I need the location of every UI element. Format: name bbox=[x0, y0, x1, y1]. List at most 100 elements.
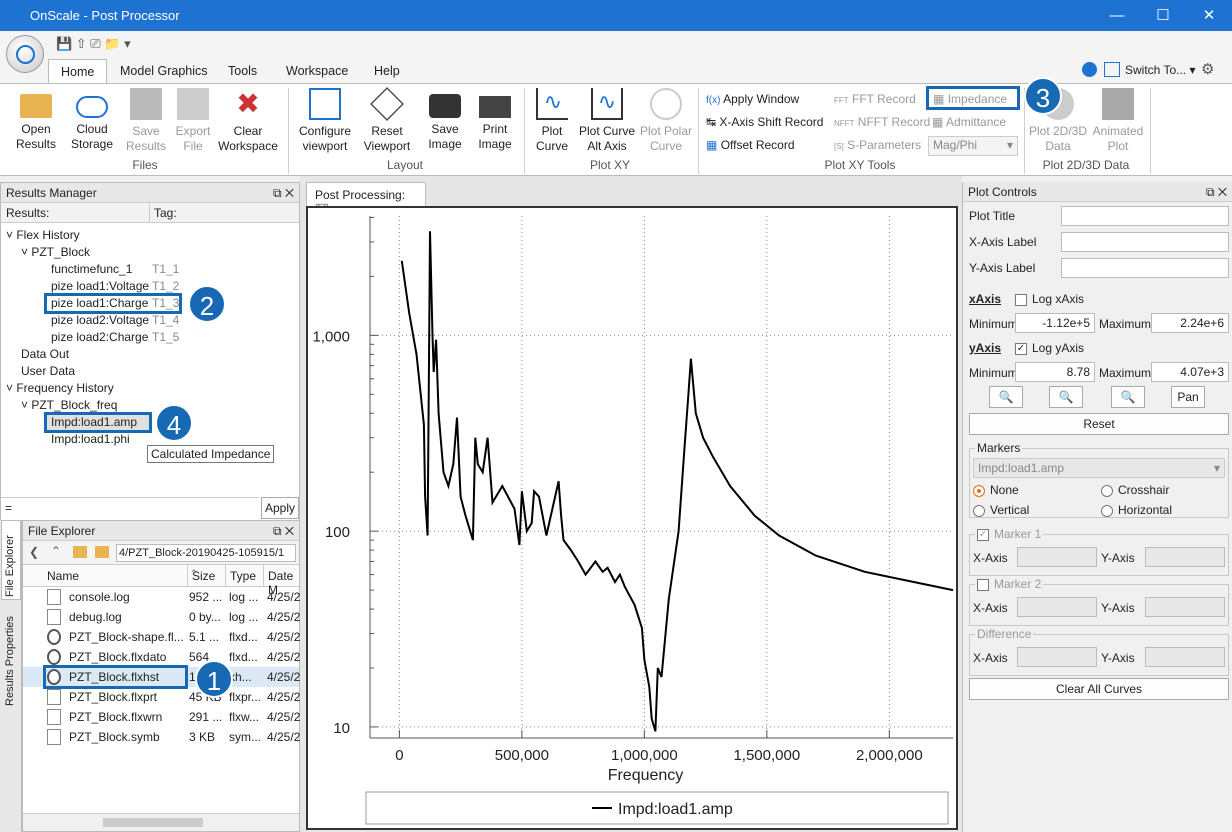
tab-post-processing[interactable]: Post Processing: ⌧ bbox=[306, 182, 426, 216]
marker2-checkbox[interactable]: Marker 2 bbox=[975, 577, 1044, 591]
folder-new-icon[interactable] bbox=[73, 546, 87, 558]
radio-horizontal[interactable]: Horizontal bbox=[1101, 503, 1172, 517]
col-date[interactable]: Date M bbox=[263, 565, 299, 597]
marker1-y-input[interactable] bbox=[1145, 547, 1225, 567]
app-menu-button[interactable] bbox=[6, 35, 44, 73]
gear-icon[interactable]: ⚙ bbox=[1201, 60, 1214, 78]
save-results-button[interactable]: Save Results bbox=[122, 88, 170, 154]
close-icon[interactable]: ⧉ ✕ bbox=[1206, 182, 1227, 202]
x-axis-label-input[interactable] bbox=[1061, 232, 1229, 252]
close-icon[interactable]: ✕ bbox=[1186, 0, 1232, 31]
mag-phi-select[interactable]: Mag/Phi ▾ bbox=[928, 136, 1018, 156]
maximize-icon[interactable]: ☐ bbox=[1140, 0, 1186, 31]
file-row[interactable]: PZT_Block.symb 3 KB sym... 4/25/2 bbox=[23, 727, 300, 747]
clear-workspace-button[interactable]: ✖ Clear Workspace bbox=[216, 88, 280, 154]
tab-home[interactable]: Home bbox=[48, 59, 108, 83]
tree-item[interactable]: ˅ Flex History bbox=[6, 227, 80, 244]
chart[interactable]: 10 100 1,000 0 500,000 1,000,000 1,500,000 2,00… bbox=[308, 208, 956, 828]
tree-item[interactable]: User Data bbox=[21, 363, 75, 380]
marker1-x-input[interactable] bbox=[1017, 547, 1097, 567]
s-parameters-button[interactable]: [S] S-Parameters bbox=[834, 137, 921, 155]
marker-curve-select[interactable]: Impd:load1.amp ▾ bbox=[973, 458, 1225, 478]
tab-workspace[interactable]: Workspace bbox=[274, 59, 360, 83]
diff-y-input[interactable] bbox=[1145, 647, 1225, 667]
tree-item[interactable]: pize load2:Voltage bbox=[51, 312, 149, 329]
tree-item[interactable]: functimefunc_1 bbox=[51, 261, 132, 278]
quick-access-toolbar[interactable]: 💾 ⇧ ⎚ 📁 ▾ bbox=[56, 36, 131, 52]
plot-curve-alt-axis-button[interactable]: ∿ Plot Curve Alt Axis bbox=[576, 88, 638, 154]
file-row[interactable]: PZT_Block.flxwrn 291 ... flxw... 4/25/2 bbox=[23, 707, 300, 727]
animated-plot-button[interactable]: Animated Plot bbox=[1090, 88, 1146, 154]
save-image-button[interactable]: Save Image bbox=[422, 88, 468, 152]
radio-crosshair[interactable]: Crosshair bbox=[1101, 483, 1169, 497]
nfft-record-button[interactable]: NFFT NFFT Record bbox=[834, 114, 930, 132]
zoom-fit-button[interactable]: 🔍 bbox=[1111, 386, 1145, 408]
expression-input[interactable]: = bbox=[1, 497, 259, 517]
plot-title-input[interactable] bbox=[1061, 206, 1229, 226]
col-name[interactable]: Name bbox=[47, 569, 79, 583]
cloud-storage-button[interactable]: Cloud Storage bbox=[66, 88, 118, 152]
close-icon[interactable]: ⧉ ✕ bbox=[273, 521, 294, 541]
log-yaxis-checkbox[interactable]: ✓ Log yAxis bbox=[1015, 341, 1084, 355]
open-results-button[interactable]: Open Results bbox=[8, 88, 64, 152]
file-row[interactable]: PZT_Block.flxprt 45 KB flxpr... 4/25/2 bbox=[23, 687, 300, 707]
y-max-input[interactable]: 4.07e+3 bbox=[1151, 362, 1229, 382]
y-min-input[interactable]: 8.78 bbox=[1015, 362, 1095, 382]
file-row[interactable]: debug.log 0 by... log ... 4/25/2 bbox=[23, 607, 300, 627]
fft-record-button[interactable]: FFT FFT Record bbox=[834, 91, 916, 109]
folder-icon[interactable] bbox=[95, 546, 109, 558]
back-icon[interactable]: ❮ bbox=[29, 545, 39, 559]
x-max-input[interactable]: 2.24e+6 bbox=[1151, 313, 1229, 333]
plot-polar-curve-button[interactable]: Plot Polar Curve bbox=[638, 88, 694, 154]
x-min-input[interactable]: -1.12e+5 bbox=[1015, 313, 1095, 333]
scrollbar-thumb[interactable] bbox=[103, 818, 203, 827]
export-file-button[interactable]: Export File bbox=[172, 88, 214, 154]
marker2-x-input[interactable] bbox=[1017, 597, 1097, 617]
marker2-y-input[interactable] bbox=[1145, 597, 1225, 617]
tree-item[interactable]: ˅ Frequency History bbox=[6, 380, 114, 397]
offset-record-button[interactable]: ▦ Offset Record bbox=[706, 137, 795, 153]
plot-curve-button[interactable]: ∿ Plot Curve bbox=[532, 88, 572, 154]
tab-model-graphics[interactable]: Model Graphics bbox=[108, 59, 220, 83]
diff-x-input[interactable] bbox=[1017, 647, 1097, 667]
tree-item[interactable]: Data Out bbox=[21, 346, 69, 363]
file-row[interactable]: PZT_Block-shape.fl... 5.1 ... flxd... 4/25/… bbox=[23, 627, 300, 647]
tree-item[interactable]: ˅ PZT_Block bbox=[21, 244, 90, 261]
file-row[interactable]: PZT_Block.flxhst 1 xh... 4/25/2 bbox=[23, 665, 300, 689]
print-image-button[interactable]: Print Image bbox=[472, 88, 518, 152]
impedance-button[interactable]: ▦ Impedance bbox=[926, 86, 1020, 110]
path-input[interactable]: 4/PZT_Block-20190425-105915/1 bbox=[116, 544, 296, 562]
y-axis-label-input[interactable] bbox=[1061, 258, 1229, 278]
configure-viewport-button[interactable]: Configure viewport bbox=[296, 88, 354, 154]
marker1-checkbox[interactable]: ✓ Marker 1 bbox=[975, 527, 1044, 541]
zoom-in-button[interactable]: 🔍 bbox=[989, 386, 1023, 408]
file-row[interactable]: console.log 952 ... log ... 4/25/2 bbox=[23, 587, 300, 607]
switch-to-button[interactable]: Switch To... ▾ bbox=[1125, 63, 1196, 77]
close-icon[interactable]: ⧉ ✕ bbox=[273, 183, 294, 203]
horizontal-scrollbar[interactable] bbox=[23, 813, 299, 831]
file-row[interactable]: PZT_Block.flxdato 564 flxd... 4/25/2 bbox=[23, 647, 300, 667]
radio-none[interactable]: None bbox=[973, 483, 1019, 497]
tree-item[interactable]: pize load2:Charge bbox=[51, 329, 148, 346]
zoom-out-button[interactable]: 🔍 bbox=[1049, 386, 1083, 408]
col-size[interactable]: Size bbox=[187, 565, 215, 587]
log-xaxis-checkbox[interactable]: Log xAxis bbox=[1015, 292, 1084, 306]
reset-button[interactable]: Reset bbox=[969, 413, 1229, 435]
minimize-icon[interactable]: — bbox=[1094, 0, 1140, 31]
tab-tools[interactable]: Tools bbox=[216, 59, 269, 83]
tab-results-properties[interactable]: Results Properties bbox=[1, 602, 21, 712]
radio-vertical[interactable]: Vertical bbox=[973, 503, 1029, 517]
tree-item-selected[interactable]: Impd:load1.amp bbox=[44, 412, 152, 433]
pan-button[interactable]: Pan bbox=[1171, 386, 1205, 408]
clear-all-curves-button[interactable]: Clear All Curves bbox=[969, 678, 1229, 700]
reset-viewport-button[interactable]: Reset Viewport bbox=[358, 87, 416, 154]
apply-window-button[interactable]: f(x) Apply Window bbox=[706, 91, 799, 109]
col-type[interactable]: Type bbox=[225, 565, 256, 587]
x-axis-shift-button[interactable]: ↹ X-Axis Shift Record bbox=[706, 114, 823, 130]
up-icon[interactable]: ⌃ bbox=[51, 544, 61, 558]
apply-button[interactable]: Apply bbox=[261, 497, 299, 519]
upload-icon[interactable] bbox=[1082, 62, 1097, 77]
admittance-button[interactable]: ▦ Admittance bbox=[932, 114, 1006, 130]
tab-help[interactable]: Help bbox=[362, 59, 412, 83]
tree-item[interactable]: Impd:load1.phi bbox=[51, 431, 130, 448]
